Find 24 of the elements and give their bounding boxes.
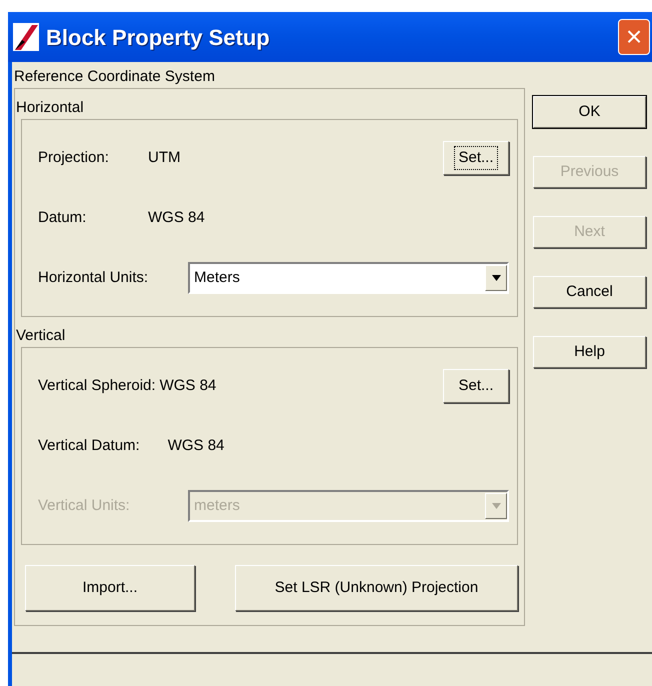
action-button[interactable]: Set LSR (Unknown) Projection <box>235 565 518 611</box>
field-value: UTM <box>148 148 180 168</box>
group-label: Horizontal <box>15 98 85 118</box>
field-label: Vertical Datum: <box>38 436 140 456</box>
close-button[interactable]: × <box>618 19 650 55</box>
dialog-button[interactable]: Cancel <box>533 276 646 308</box>
action-button[interactable]: Import... <box>25 565 195 611</box>
field-label: Vertical Units: <box>38 496 131 516</box>
field-label: Projection: <box>38 148 110 168</box>
field-value: WGS 84 <box>160 376 216 396</box>
field-label: Datum: <box>38 208 88 228</box>
app-icon <box>12 22 40 52</box>
set-button[interactable]: Set... <box>443 369 509 403</box>
group-label: Vertical <box>15 326 66 346</box>
field-label: Vertical Spheroid: <box>38 376 156 396</box>
field-value: WGS 84 <box>148 208 205 228</box>
section-label: Reference Coordinate System <box>14 67 216 87</box>
dialog-button[interactable]: Help <box>533 336 646 368</box>
field-label: Horizontal Units: <box>38 268 150 288</box>
set-button[interactable]: Set... <box>443 141 509 175</box>
dialog-button[interactable]: OK <box>533 96 646 128</box>
window-title: Block Property Setup <box>46 24 271 52</box>
units-dropdown[interactable]: Meters <box>188 262 509 294</box>
field-value: WGS 84 <box>168 436 224 456</box>
